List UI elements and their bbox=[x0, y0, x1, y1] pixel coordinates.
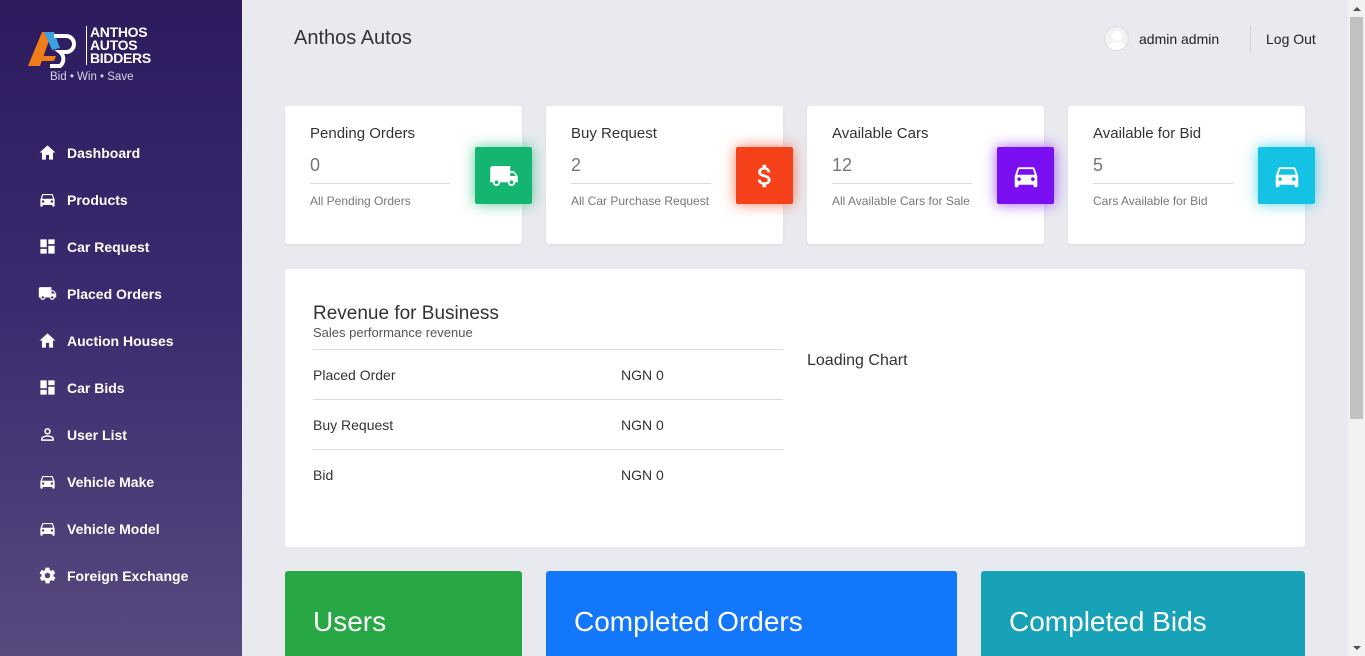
sidebar-item-label: Dashboard bbox=[67, 144, 141, 161]
home-icon bbox=[38, 143, 57, 162]
sidebar-item-vehicle-make[interactable]: Vehicle Make bbox=[0, 458, 242, 505]
sidebar-item-placed-orders[interactable]: Placed Orders bbox=[0, 270, 242, 317]
dashboard-grid-icon bbox=[38, 378, 57, 397]
user-name: admin admin bbox=[1139, 30, 1220, 47]
stat-title: Available Cars bbox=[832, 125, 929, 142]
sidebar-nav: Dashboard Products Car Request Placed Or… bbox=[0, 129, 242, 599]
logo-word: BIDDERS bbox=[90, 50, 151, 66]
page-title: Anthos Autos bbox=[294, 27, 412, 49]
stat-value: 2 bbox=[571, 155, 582, 175]
stat-card-buy-request[interactable]: Buy Request 2 All Car Purchase Request bbox=[546, 106, 793, 244]
sidebar-item-label: Vehicle Model bbox=[67, 520, 160, 537]
stat-card-pending-orders[interactable]: Pending Orders 0 All Pending Orders bbox=[285, 106, 532, 244]
scroll-up-arrow-icon[interactable] bbox=[1348, 0, 1365, 17]
stat-subtitle: All Available Cars for Sale bbox=[832, 194, 970, 208]
stat-card-available-cars[interactable]: Available Cars 12 All Available Cars for… bbox=[807, 106, 1054, 244]
stat-value: 12 bbox=[832, 155, 853, 175]
car-icon bbox=[1014, 166, 1037, 187]
stat-title: Available for Bid bbox=[1093, 125, 1202, 142]
logo-mark-icon bbox=[28, 32, 76, 68]
sidebar-item-label: Placed Orders bbox=[67, 285, 162, 302]
sidebar-item-label: Car Bids bbox=[67, 379, 125, 396]
divider bbox=[571, 183, 711, 184]
sidebar-item-label: Vehicle Make bbox=[67, 473, 155, 490]
car-icon bbox=[38, 519, 57, 538]
summary-card-completed-bids[interactable]: Completed Bids bbox=[981, 571, 1305, 656]
revenue-panel: Revenue for Business Sales performance r… bbox=[285, 269, 1305, 547]
stat-subtitle: All Pending Orders bbox=[310, 194, 411, 208]
avatar bbox=[1104, 26, 1129, 51]
truck-icon bbox=[38, 284, 57, 303]
table-row: Bid NGN 0 bbox=[313, 449, 783, 499]
sidebar-item-dashboard[interactable]: Dashboard bbox=[0, 129, 242, 176]
car-icon bbox=[1275, 166, 1298, 187]
car-icon bbox=[38, 472, 57, 491]
summary-card-completed-orders[interactable]: Completed Orders bbox=[546, 571, 957, 656]
row-value: NGN 0 bbox=[621, 416, 664, 433]
sidebar-item-auction-houses[interactable]: Auction Houses bbox=[0, 317, 242, 364]
table-row: Buy Request NGN 0 bbox=[313, 399, 783, 449]
divider bbox=[1093, 183, 1233, 184]
stat-title: Pending Orders bbox=[310, 125, 416, 142]
stat-badge bbox=[1258, 147, 1315, 204]
sidebar-item-vehicle-model[interactable]: Vehicle Model bbox=[0, 505, 242, 552]
sidebar-item-label: Products bbox=[67, 191, 128, 208]
sidebar-item-label: Foreign Exchange bbox=[67, 567, 189, 584]
logo[interactable]: ANTHOS AUTOS BIDDERS Bid • Win • Save bbox=[26, 25, 156, 88]
revenue-table: Placed Order NGN 0 Buy Request NGN 0 Bid… bbox=[313, 349, 783, 499]
truck-icon bbox=[489, 165, 518, 186]
logout-link[interactable]: Log Out bbox=[1266, 31, 1316, 47]
dollar-icon bbox=[757, 164, 771, 187]
revenue-subtitle: Sales performance revenue bbox=[313, 325, 473, 340]
stat-card-available-for-bid[interactable]: Available for Bid 5 Cars Available for B… bbox=[1068, 106, 1315, 244]
stat-subtitle: Cars Available for Bid bbox=[1093, 194, 1208, 208]
stat-value: 0 bbox=[310, 155, 321, 175]
sidebar-item-foreign-exchange[interactable]: Foreign Exchange bbox=[0, 552, 242, 599]
stat-title: Buy Request bbox=[571, 125, 657, 142]
revenue-title: Revenue for Business bbox=[313, 303, 499, 324]
sidebar-item-label: Car Request bbox=[67, 238, 150, 255]
summary-card-users[interactable]: Users bbox=[285, 571, 522, 656]
divider bbox=[310, 183, 450, 184]
stat-badge bbox=[736, 147, 793, 204]
sidebar-item-label: User List bbox=[67, 426, 127, 443]
stat-value: 5 bbox=[1093, 155, 1104, 175]
divider bbox=[832, 183, 972, 184]
header-divider bbox=[1250, 26, 1251, 52]
sidebar-item-products[interactable]: Products bbox=[0, 176, 242, 223]
stat-badge bbox=[475, 147, 532, 204]
row-value: NGN 0 bbox=[621, 466, 664, 483]
scroll-down-arrow-icon[interactable] bbox=[1348, 639, 1365, 656]
logo-wordmark: ANTHOS AUTOS BIDDERS bbox=[86, 25, 151, 66]
stat-subtitle: All Car Purchase Request bbox=[571, 194, 710, 208]
row-label: Bid bbox=[313, 466, 334, 483]
user-icon bbox=[38, 425, 57, 444]
sidebar-item-car-bids[interactable]: Car Bids bbox=[0, 364, 242, 411]
summary-card-label: Users bbox=[313, 606, 387, 637]
row-value: NGN 0 bbox=[621, 366, 664, 383]
dashboard-grid-icon bbox=[38, 237, 57, 256]
vertical-scrollbar[interactable] bbox=[1348, 0, 1365, 656]
sidebar: ANTHOS AUTOS BIDDERS Bid • Win • Save Da… bbox=[0, 0, 242, 656]
summary-card-label: Completed Orders bbox=[574, 606, 803, 637]
row-label: Buy Request bbox=[313, 416, 394, 433]
table-row: Placed Order NGN 0 bbox=[313, 349, 783, 399]
scrollbar-thumb[interactable] bbox=[1350, 17, 1363, 419]
home-icon bbox=[38, 331, 57, 350]
sidebar-item-label: Auction Houses bbox=[67, 332, 174, 349]
car-icon bbox=[38, 190, 57, 209]
row-label: Placed Order bbox=[313, 366, 396, 383]
logo-tagline: Bid • Win • Save bbox=[50, 71, 134, 83]
user-menu[interactable]: admin admin bbox=[1104, 26, 1219, 51]
sidebar-item-user-list[interactable]: User List bbox=[0, 411, 242, 458]
summary-card-label: Completed Bids bbox=[1009, 606, 1207, 637]
sidebar-item-car-request[interactable]: Car Request bbox=[0, 223, 242, 270]
gear-icon bbox=[38, 566, 57, 585]
stat-badge bbox=[997, 147, 1054, 204]
chart-loading-text: Loading Chart bbox=[807, 352, 908, 369]
